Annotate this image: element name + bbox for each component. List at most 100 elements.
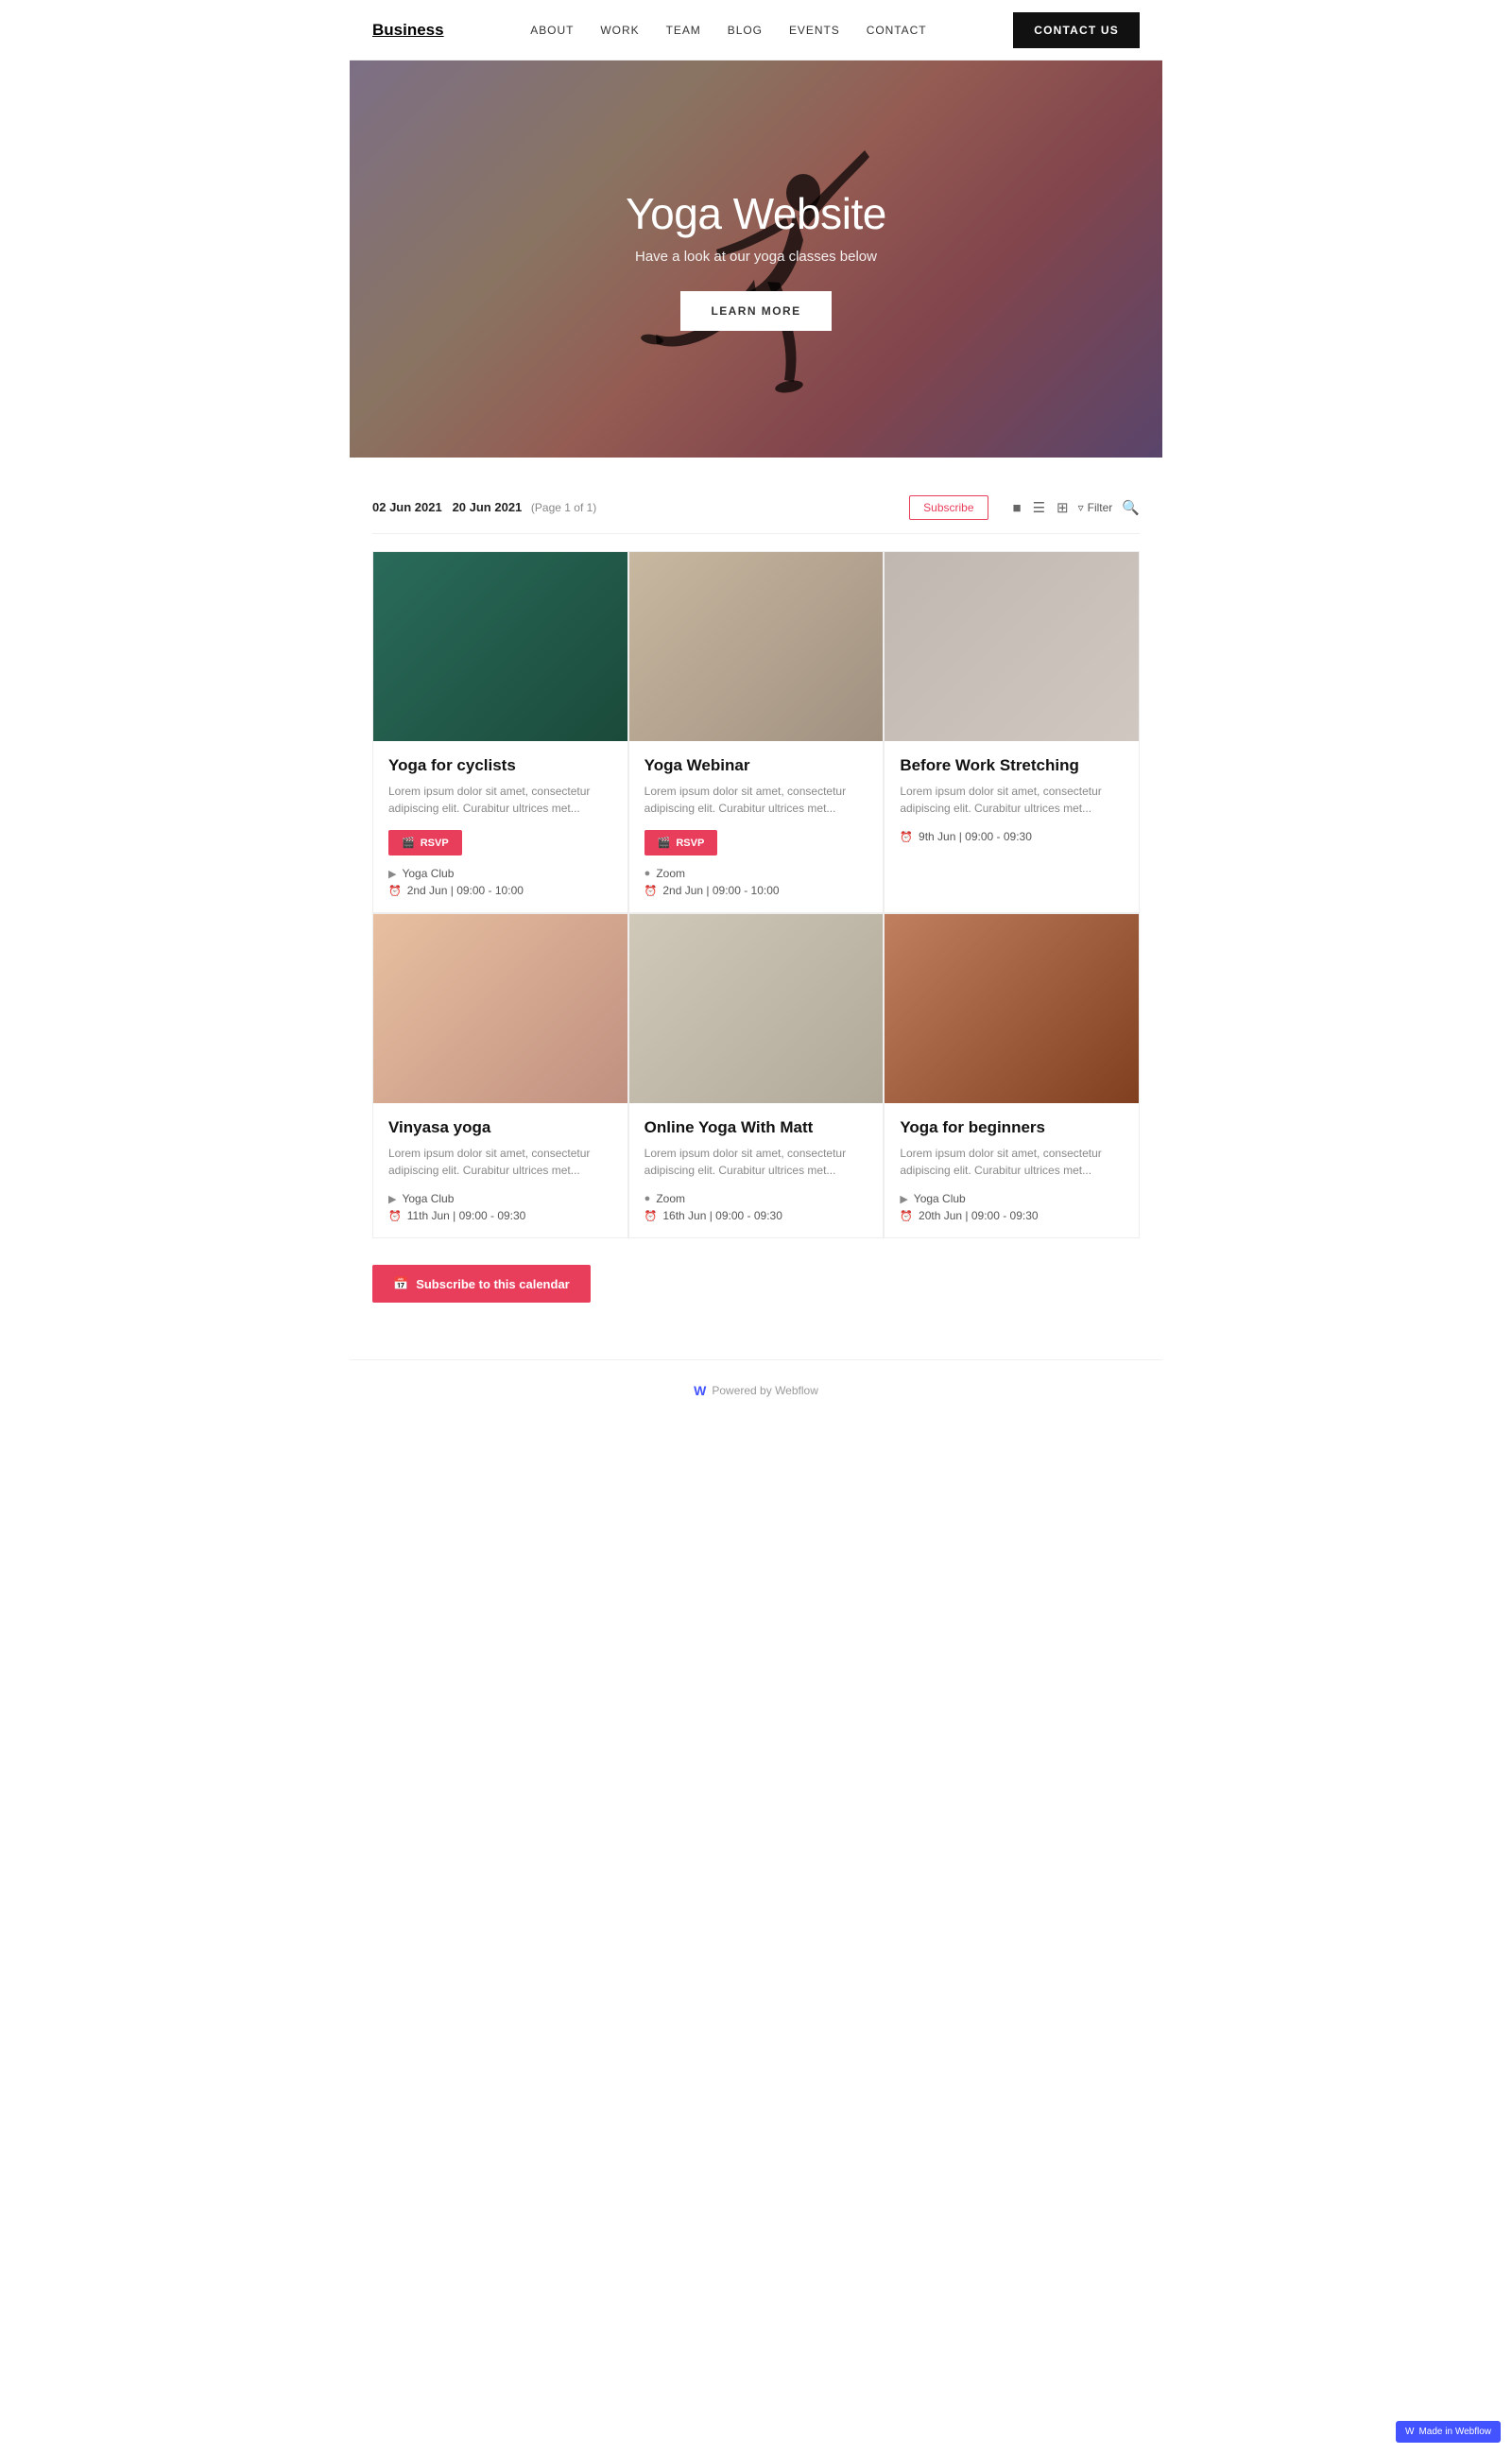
- filter-icon: ▿: [1078, 501, 1084, 514]
- grid-view-icon[interactable]: ⊞: [1057, 499, 1069, 516]
- nav-events[interactable]: EVENTS: [789, 24, 840, 37]
- clock-icon: ⏰: [644, 885, 658, 897]
- event-meta: ▶Yoga Club ⏰ 2nd Jun | 09:00 - 10:00: [388, 867, 612, 897]
- calendar-section: 02 Jun 2021 20 Jun 2021 (Page 1 of 1) Su…: [350, 458, 1162, 1340]
- location-text: Yoga Club: [402, 867, 454, 880]
- subscribe-button[interactable]: Subscribe: [909, 495, 988, 520]
- event-description: Lorem ipsum dolor sit amet, consectetur …: [900, 1145, 1124, 1179]
- cal-page-info: (Page 1 of 1): [531, 501, 596, 514]
- filter-button[interactable]: ▿ Filter: [1078, 501, 1113, 514]
- location-icon: ●: [644, 868, 651, 879]
- location-icon: ●: [644, 1193, 651, 1204]
- events-grid: Yoga for cyclists Lorem ipsum dolor sit …: [372, 551, 1140, 1238]
- cal-date-to: 20 Jun 2021: [453, 500, 523, 514]
- contact-us-button[interactable]: CONTACT US: [1013, 12, 1140, 48]
- event-title: Before Work Stretching: [900, 756, 1124, 775]
- calendar-view-icon[interactable]: ■: [1013, 500, 1022, 516]
- rsvp-button[interactable]: 🎬 RSVP: [644, 830, 718, 855]
- nav-work[interactable]: WORK: [600, 24, 639, 37]
- event-body: Before Work Stretching Lorem ipsum dolor…: [885, 741, 1139, 858]
- hero-title: Yoga Website: [626, 188, 886, 239]
- filter-label: Filter: [1088, 501, 1113, 514]
- event-description: Lorem ipsum dolor sit amet, consectetur …: [388, 1145, 612, 1179]
- event-body: Online Yoga With Matt Lorem ipsum dolor …: [629, 1103, 884, 1237]
- footer: W Powered by Webflow: [350, 1359, 1162, 1421]
- event-datetime: ⏰ 2nd Jun | 09:00 - 10:00: [644, 884, 868, 897]
- event-body: Yoga for cyclists Lorem ipsum dolor sit …: [373, 741, 627, 912]
- event-image: [373, 552, 627, 741]
- navbar: Business ABOUT WORK TEAM BLOG EVENTS CON…: [350, 0, 1162, 60]
- event-meta: ▶ Yoga Club ⏰ 20th Jun | 09:00 - 09:30: [900, 1192, 1124, 1222]
- clock-icon: ⏰: [388, 885, 402, 897]
- event-card: Yoga Webinar Lorem ipsum dolor sit amet,…: [628, 551, 885, 913]
- cal-view-icons: ■ ☰ ⊞: [1013, 499, 1069, 516]
- event-datetime: ⏰ 20th Jun | 09:00 - 09:30: [900, 1209, 1124, 1222]
- clock-icon: ⏰: [900, 1210, 913, 1222]
- search-icon[interactable]: 🔍: [1122, 499, 1140, 516]
- event-body: Yoga Webinar Lorem ipsum dolor sit amet,…: [629, 741, 884, 912]
- cal-date-from: 02 Jun 2021: [372, 500, 442, 514]
- event-meta: ⏰ 9th Jun | 09:00 - 09:30: [900, 830, 1124, 843]
- datetime-text: 20th Jun | 09:00 - 09:30: [919, 1209, 1039, 1222]
- event-datetime: ⏰ 16th Jun | 09:00 - 09:30: [644, 1209, 868, 1222]
- event-description: Lorem ipsum dolor sit amet, consectetur …: [900, 783, 1124, 817]
- event-location: ● Zoom: [644, 867, 868, 880]
- subscribe-calendar-button[interactable]: 📅 Subscribe to this calendar: [372, 1265, 591, 1303]
- datetime-text: 2nd Jun | 09:00 - 10:00: [407, 884, 524, 897]
- nav-blog[interactable]: BLOG: [728, 24, 763, 37]
- location-icon: ▶: [388, 1193, 396, 1205]
- footer-powered-by: W Powered by Webflow: [372, 1383, 1140, 1398]
- event-image: [373, 914, 627, 1103]
- location-text: Zoom: [656, 867, 685, 880]
- calendar-icon: 📅: [393, 1276, 408, 1291]
- nav-logo[interactable]: Business: [372, 21, 444, 40]
- event-meta: ▶ Yoga Club ⏰ 11th Jun | 09:00 - 09:30: [388, 1192, 612, 1222]
- event-location: ● Zoom: [644, 1192, 868, 1205]
- webflow-badge-icon: W: [1405, 2427, 1414, 2437]
- location-text: Zoom: [656, 1192, 685, 1205]
- event-datetime: ⏰ 2nd Jun | 09:00 - 10:00: [388, 884, 612, 897]
- datetime-text: 9th Jun | 09:00 - 09:30: [919, 830, 1032, 843]
- event-body: Vinyasa yoga Lorem ipsum dolor sit amet,…: [373, 1103, 627, 1237]
- clock-icon: ⏰: [644, 1210, 658, 1222]
- event-location: ▶Yoga Club: [388, 867, 612, 880]
- nav-contact[interactable]: CONTACT: [867, 24, 927, 37]
- event-image: [629, 914, 884, 1103]
- datetime-text: 16th Jun | 09:00 - 09:30: [662, 1209, 782, 1222]
- event-meta: ● Zoom ⏰ 16th Jun | 09:00 - 09:30: [644, 1192, 868, 1222]
- event-card: Yoga for beginners Lorem ipsum dolor sit…: [884, 913, 1140, 1238]
- nav-about[interactable]: ABOUT: [530, 24, 574, 37]
- event-location: ▶ Yoga Club: [900, 1192, 1124, 1205]
- event-datetime: ⏰ 11th Jun | 09:00 - 09:30: [388, 1209, 612, 1222]
- datetime-text: 11th Jun | 09:00 - 09:30: [407, 1209, 526, 1222]
- event-title: Online Yoga With Matt: [644, 1118, 868, 1137]
- event-meta: ● Zoom ⏰ 2nd Jun | 09:00 - 10:00: [644, 867, 868, 897]
- list-view-icon[interactable]: ☰: [1033, 499, 1045, 516]
- nav-links: ABOUT WORK TEAM BLOG EVENTS CONTACT: [530, 24, 926, 37]
- location-icon: ▶: [900, 1193, 907, 1205]
- datetime-text: 2nd Jun | 09:00 - 10:00: [662, 884, 779, 897]
- nav-team[interactable]: TEAM: [666, 24, 701, 37]
- event-title: Vinyasa yoga: [388, 1118, 612, 1137]
- location-text: Yoga Club: [402, 1192, 454, 1205]
- calendar-bar: 02 Jun 2021 20 Jun 2021 (Page 1 of 1) Su…: [372, 495, 1140, 534]
- webflow-w-icon: W: [694, 1383, 706, 1398]
- learn-more-button[interactable]: LEARN MORE: [680, 291, 831, 331]
- event-title: Yoga for beginners: [900, 1118, 1124, 1137]
- rsvp-icon: 🎬: [402, 837, 415, 849]
- webflow-badge-text: Made in Webflow: [1418, 2427, 1491, 2437]
- clock-icon: ⏰: [388, 1210, 402, 1222]
- event-title: Yoga Webinar: [644, 756, 868, 775]
- event-image: [885, 914, 1139, 1103]
- rsvp-icon: 🎬: [658, 837, 671, 849]
- event-card: Before Work Stretching Lorem ipsum dolor…: [884, 551, 1140, 913]
- event-description: Lorem ipsum dolor sit amet, consectetur …: [388, 783, 612, 817]
- webflow-badge: W Made in Webflow: [1396, 2421, 1501, 2443]
- location-text: Yoga Club: [914, 1192, 966, 1205]
- event-image: [629, 552, 884, 741]
- calendar-date-range: 02 Jun 2021 20 Jun 2021 (Page 1 of 1): [372, 499, 596, 516]
- event-card: Yoga for cyclists Lorem ipsum dolor sit …: [372, 551, 628, 913]
- subscribe-calendar-area: 📅 Subscribe to this calendar: [372, 1238, 1140, 1303]
- rsvp-button[interactable]: 🎬 RSVP: [388, 830, 462, 855]
- hero-subtitle: Have a look at our yoga classes below: [626, 249, 886, 265]
